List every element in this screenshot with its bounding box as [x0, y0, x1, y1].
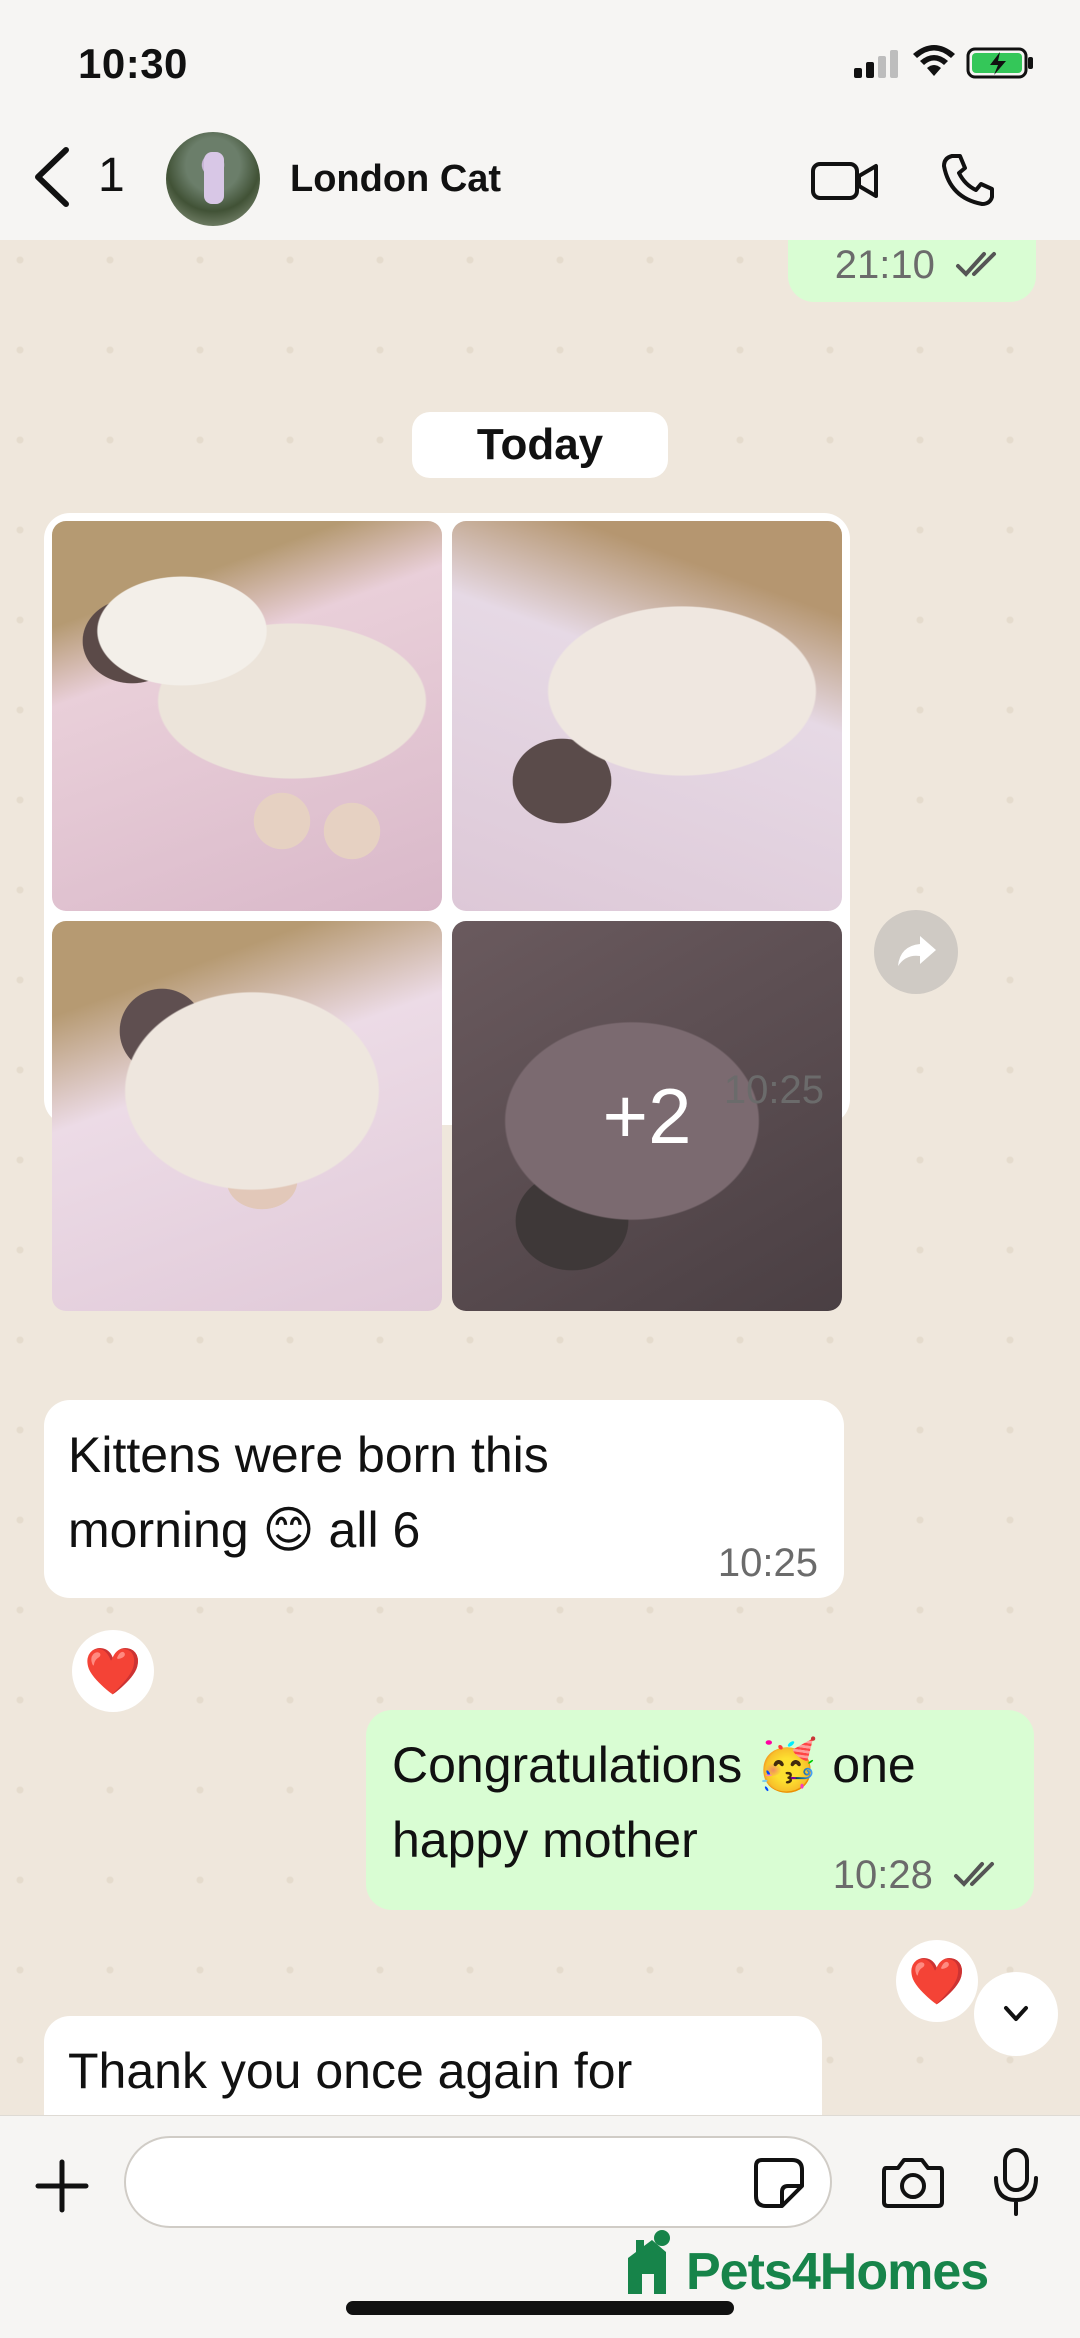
cellular-signal-icon [854, 50, 898, 78]
incoming-message[interactable]: Kittens were born this morning 😊 all 6 1… [44, 1400, 844, 1598]
message-time: 10:25 [717, 1541, 818, 1585]
message-time: 21:10 [834, 243, 935, 287]
photo-album-message[interactable]: +2 10:25 [44, 513, 850, 1311]
album-photo-3[interactable] [52, 921, 442, 1311]
contact-name[interactable]: London Cat [290, 158, 501, 201]
camera-icon[interactable] [880, 2152, 946, 2212]
message-text: Kittens were born this morning 😊 all 6 [68, 1427, 549, 1558]
reaction-heart[interactable]: ❤️ [896, 1940, 978, 2022]
message-input[interactable] [124, 2136, 832, 2228]
heart-icon: ❤️ [908, 1955, 966, 2007]
voice-call-icon[interactable] [940, 152, 996, 208]
chat-header: 1 London Cat [0, 120, 1080, 241]
wifi-icon [913, 45, 955, 76]
date-separator: Today [412, 412, 668, 478]
album-more-count: +2 [602, 1071, 692, 1160]
message-time: 10:28 [832, 1853, 933, 1897]
forward-arrow-icon [898, 936, 936, 966]
album-photo-2[interactable] [452, 521, 842, 911]
scroll-to-bottom-button[interactable] [974, 1972, 1058, 2056]
message-meta: 21:10 [835, 243, 1014, 288]
sticker-icon[interactable] [752, 2156, 806, 2210]
message-time: 10:25 [723, 1068, 824, 1112]
outgoing-message[interactable]: Congratulations 🥳 one happy mother 10:28 [366, 1710, 1034, 1910]
incoming-message[interactable]: Thank you once again for [44, 2016, 822, 2115]
reaction-heart[interactable]: ❤️ [72, 1630, 154, 1712]
microphone-icon[interactable] [988, 2146, 1044, 2218]
forward-button[interactable] [874, 910, 958, 994]
heart-icon: ❤️ [84, 1645, 142, 1697]
previous-outgoing-message[interactable]: 21:10 [788, 240, 1036, 302]
read-ticks-icon [954, 1862, 994, 1887]
video-call-icon[interactable] [810, 158, 880, 204]
status-bar: 10:30 [0, 0, 1080, 130]
home-indicator [346, 2301, 734, 2315]
avatar[interactable] [166, 132, 260, 226]
message-meta: 10:28 [833, 1853, 1012, 1898]
chevron-down-icon [1004, 2006, 1028, 2021]
album-photo-1[interactable] [52, 521, 442, 911]
battery-charging-icon [966, 47, 1033, 79]
album-photo-more[interactable]: +2 [452, 921, 842, 1311]
chat-area[interactable]: 21:10 Today +2 10:25 Kittens were born t… [0, 240, 1080, 2115]
unread-count[interactable]: 1 [98, 148, 125, 203]
attach-plus-icon[interactable] [32, 2156, 92, 2216]
status-time: 10:30 [78, 40, 188, 87]
read-ticks-icon [956, 252, 996, 277]
message-text: Thank you once again for [68, 2043, 633, 2099]
watermark-text: Pets4Homes [686, 2243, 989, 2301]
back-chevron-icon[interactable] [26, 142, 76, 212]
